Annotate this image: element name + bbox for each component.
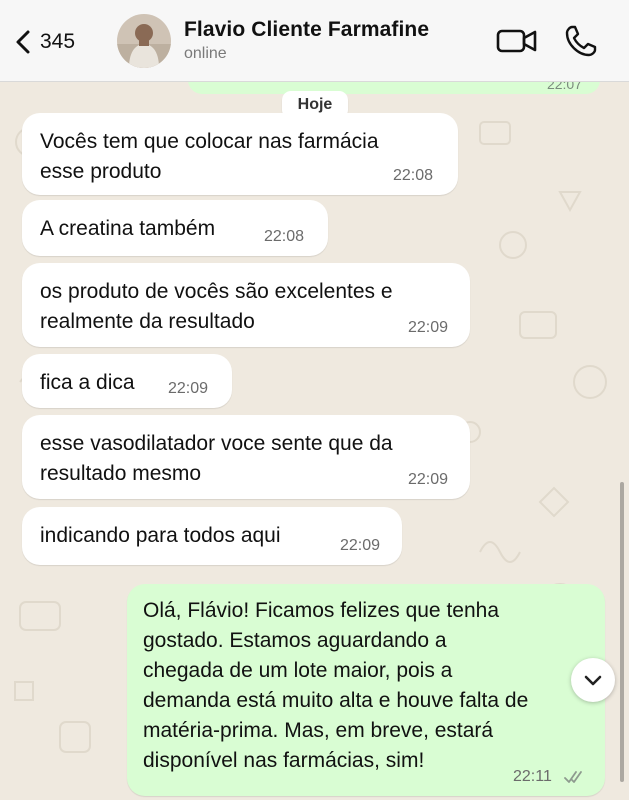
message-list[interactable]: 22:07 Hoje Vocês tem que colocar nas far…	[0, 82, 629, 800]
back-button[interactable]: 345	[14, 26, 75, 58]
outgoing-message-bubble[interactable]: Olá, Flávio! Ficamos felizes que tenha g…	[127, 584, 605, 796]
unread-count: 345	[40, 30, 76, 53]
message-bubble[interactable]: Vocês tem que colocar nas farmácia esse …	[22, 113, 458, 195]
message-text: fica a dica	[40, 371, 135, 394]
scroll-to-bottom-button[interactable]	[571, 658, 615, 702]
message-bubble[interactable]: A creatina também 22:08	[22, 200, 328, 256]
message-time: 22:08	[264, 228, 305, 245]
contact-status: online	[184, 45, 227, 62]
message-time: 22:09	[168, 380, 209, 397]
scrollbar[interactable]	[620, 482, 624, 782]
message-text: indicando para todos aqui	[40, 524, 281, 547]
message-bubble[interactable]: os produto de vocês são excelentes e rea…	[22, 263, 470, 347]
contact-name[interactable]: Flavio Cliente Farmafine	[184, 18, 429, 42]
message-time: 22:07	[546, 82, 582, 92]
message-text: A creatina também	[40, 217, 216, 240]
message-time: 22:09	[340, 537, 381, 554]
message-text: Olá, Flávio! Ficamos felizes que tenha g…	[143, 599, 529, 772]
video-camera-icon[interactable]	[496, 24, 538, 58]
chevron-left-icon	[16, 30, 30, 54]
message-text: os produto de vocês são excelentes e rea…	[40, 280, 393, 333]
message-time: 22:08	[393, 167, 434, 184]
message-time: 22:11	[513, 768, 552, 785]
message-text: Vocês tem que colocar nas farmácia esse …	[40, 130, 379, 183]
message-text: esse vasodilatador voce sente que da res…	[40, 432, 393, 485]
chat-header: 345 Flavio Cliente Farmafine online	[0, 0, 629, 82]
message-time: 22:09	[408, 471, 449, 488]
message-time: 22:09	[408, 319, 449, 336]
message-bubble[interactable]: fica a dica 22:09	[22, 354, 232, 408]
previous-message-bubble[interactable]: 22:07	[188, 82, 600, 94]
message-bubble[interactable]: esse vasodilatador voce sente que da res…	[22, 415, 470, 499]
read-receipt-icon	[564, 771, 582, 783]
avatar[interactable]	[117, 14, 171, 68]
message-bubble[interactable]: indicando para todos aqui 22:09	[22, 507, 402, 565]
phone-icon[interactable]	[564, 24, 598, 58]
chevron-down-icon	[584, 675, 602, 686]
